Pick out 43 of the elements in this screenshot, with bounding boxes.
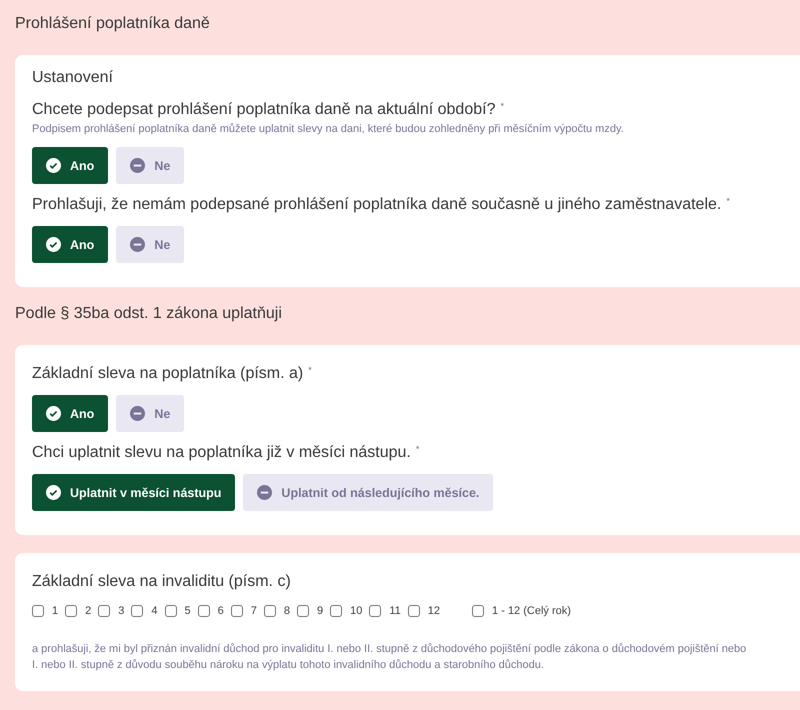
whole-year-checkbox[interactable]: 1 - 12 (Celý rok) — [472, 605, 571, 617]
month-checkbox[interactable]: 1 — [32, 605, 58, 617]
month-checkbox[interactable]: 3 — [98, 605, 124, 617]
card-title: Ustanovení — [32, 69, 114, 87]
option-button[interactable]: Uplatnit od následujícího měsíce. — [243, 474, 494, 511]
check-icon — [46, 158, 61, 173]
month-checkbox[interactable]: 2 — [65, 605, 92, 617]
month-checkbox[interactable]: 5 — [164, 605, 191, 617]
section-title: Podle § 35ba odst. 1 zákona uplatňuji — [15, 305, 283, 324]
check-icon — [46, 406, 61, 421]
declaration-text: a prohlašuji, že mi byl přiznán invalidní důchod pro invaliditu I. nebo II. stupně z důchodového pojištění podle zákona o důchodovém pojištění nebo I. nebo II. stupně z důvodu souběhu nároku na výplatu tohoto invalidního důchodu a starobního důchodu. — [32, 642, 748, 673]
month-checkbox[interactable]: 12 — [408, 605, 440, 617]
minus-icon — [257, 485, 272, 500]
required-mark: * — [726, 196, 730, 206]
month-checkbox[interactable]: 10 — [330, 605, 362, 617]
option-button[interactable]: Ne — [116, 147, 184, 184]
option-button[interactable]: Uplatnit v měsíci nástupu — [32, 474, 236, 511]
minus-icon — [130, 158, 146, 173]
section-title: Prohlášení poplatníka daně — [15, 15, 211, 34]
option-button[interactable]: Ano — [32, 395, 108, 432]
month-checkbox[interactable]: 8 — [264, 605, 290, 617]
minus-icon — [130, 406, 146, 421]
question-label: Základní sleva na invaliditu (písm. c) — [32, 573, 292, 591]
question-label: Chci uplatnit slevu na poplatníka již v měsíci nástupu. * — [32, 444, 420, 462]
month-checkbox[interactable]: 9 — [297, 605, 324, 617]
minus-icon — [130, 237, 146, 252]
required-mark: * — [416, 444, 420, 454]
question-label: Prohlašuji, že nemám podepsané prohlášení poplatníka daně současně u jiného zaměstnavatele. * — [32, 196, 731, 214]
required-mark: * — [500, 101, 504, 111]
option-button[interactable]: Ne — [116, 395, 184, 432]
month-checkbox[interactable]: 4 — [131, 605, 158, 617]
month-checkbox[interactable]: 6 — [198, 605, 224, 617]
check-icon — [46, 237, 61, 252]
option-button[interactable]: Ano — [32, 147, 108, 184]
hint-text: Podpisem prohlášení poplatníka daně můžete uplatnit slevy na dani, které budou zohledněny při měsíčním výpočtu mzdy. — [32, 123, 625, 135]
month-checkbox[interactable]: 7 — [230, 605, 257, 617]
required-mark: * — [308, 365, 312, 375]
month-checkbox[interactable]: 11 — [369, 605, 401, 617]
question-label: Chcete podepsat prohlášení poplatníka daně na aktuální období? * — [32, 101, 505, 119]
check-icon — [46, 485, 61, 500]
question-label: Základní sleva na poplatníka (písm. a) * — [32, 365, 313, 383]
option-button[interactable]: Ne — [116, 226, 184, 263]
option-button[interactable]: Ano — [32, 226, 108, 263]
